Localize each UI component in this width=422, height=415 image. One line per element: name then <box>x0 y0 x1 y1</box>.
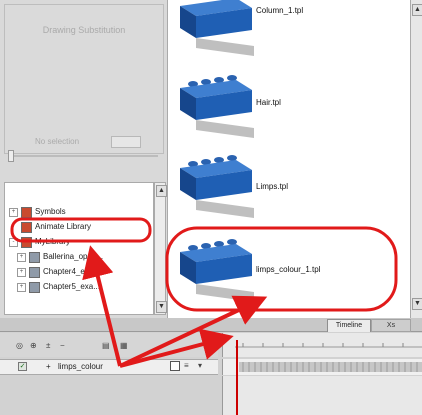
arrow-to-library <box>82 245 122 367</box>
highlight-animate-library <box>10 217 152 243</box>
highlight-template <box>165 226 398 312</box>
annotation-overlay <box>10 217 398 368</box>
